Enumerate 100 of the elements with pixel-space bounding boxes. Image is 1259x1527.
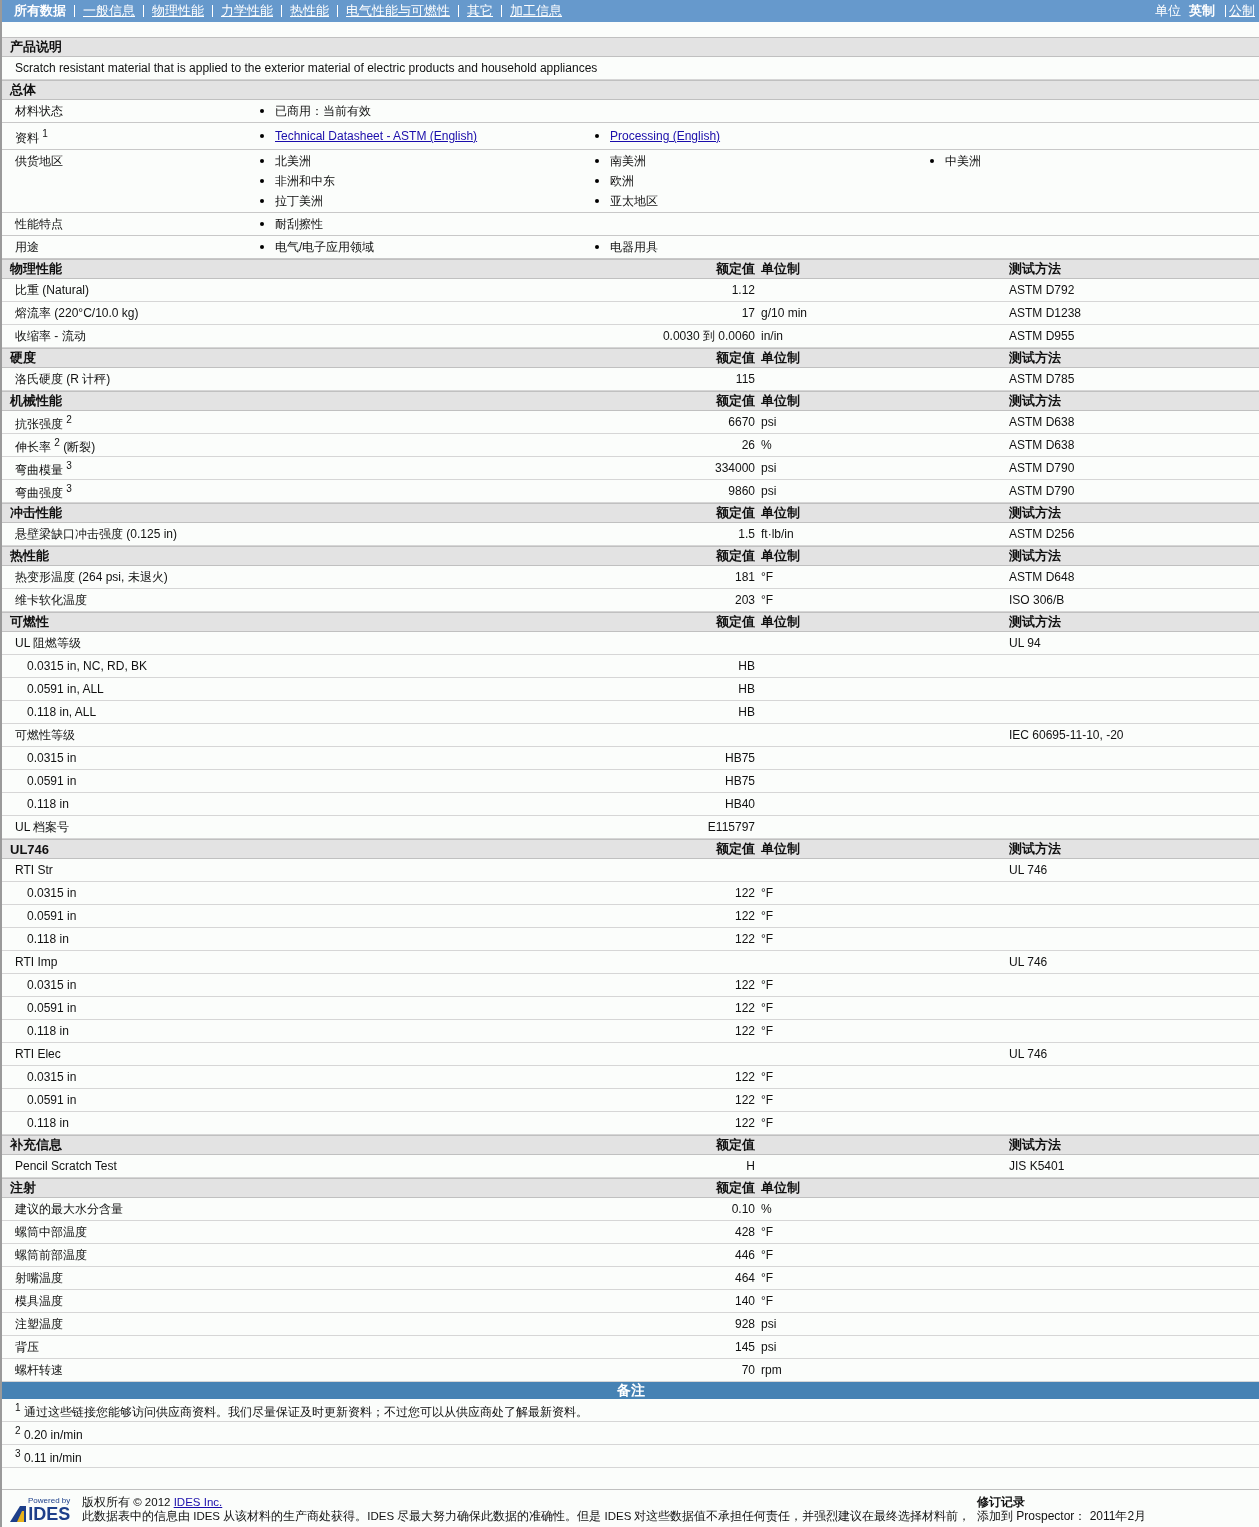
property-label: 资料 $^{1}$ — [14, 127, 49, 145]
value-cell: HB — [738, 659, 755, 673]
value-cell: 0.0030 到 0.0060 — [662, 329, 755, 343]
column-header: 额定值 — [716, 1180, 755, 1195]
nav-tab[interactable]: 加工信息 — [510, 2, 562, 20]
property-label: 0.0591 in — [26, 1093, 77, 1107]
property-label: 收缩率 - 流动 — [14, 329, 86, 343]
unit-cell: °F — [761, 1294, 774, 1308]
value-cell: 6670 — [728, 415, 755, 429]
column-header: 单位制 — [761, 548, 800, 563]
column-header: 单位制 — [761, 1180, 800, 1195]
property-label: UL 档案号 — [14, 820, 70, 834]
value-cell: 428 — [734, 1225, 755, 1239]
unit-cell: °F — [761, 1024, 774, 1038]
bullet-icon — [930, 159, 934, 163]
value-cell: 17 — [741, 306, 755, 320]
value-cell: HB40 — [724, 797, 755, 811]
method-cell: ASTM D648 — [1009, 570, 1075, 584]
property-label: UL 阻燃等级 — [14, 636, 82, 650]
unit-cell: °F — [761, 909, 774, 923]
revision-text: 添加到 Prospector： 2011年2月 — [977, 1509, 1147, 1523]
value-cell: 122 — [734, 978, 755, 992]
nav-tab[interactable]: 电气性能与可燃性 — [346, 2, 450, 20]
column-header: 额定值 — [716, 614, 755, 629]
list-item: 欧洲 — [610, 174, 634, 188]
method-cell: ASTM D256 — [1009, 527, 1075, 541]
column-header: 单位制 — [761, 614, 800, 629]
value-cell: 122 — [734, 1093, 755, 1107]
section-header: 注射 额定值 单位制 — [2, 1178, 1259, 1198]
property-label: 熔流率 (220°C/10.0 kg) — [14, 306, 139, 320]
value-cell: H — [746, 1159, 755, 1173]
property-label: RTI Elec — [14, 1047, 61, 1061]
property-label: Pencil Scratch Test — [14, 1159, 117, 1173]
column-header: 额定值 — [716, 841, 755, 856]
property-label: 热变形温度 (264 psi, 未退火) — [14, 570, 168, 584]
method-cell: ISO 306/B — [1009, 593, 1065, 607]
list-item: 拉丁美洲 — [275, 194, 323, 208]
nav-tab[interactable]: 热性能 — [290, 2, 329, 20]
property-label: 0.0315 in, NC, RD, BK — [26, 659, 148, 673]
method-cell: ASTM D638 — [1009, 415, 1075, 429]
bullet-icon — [595, 199, 599, 203]
list-item: 电器用具 — [610, 240, 658, 254]
section-header: 产品说明 — [2, 37, 1259, 57]
value-cell: 115 — [735, 372, 755, 386]
property-label: RTI Imp — [14, 955, 58, 969]
unit-option[interactable]: 英制 — [1189, 2, 1215, 20]
bullet-icon — [595, 245, 599, 249]
unit-cell: °F — [761, 932, 774, 946]
list-item: 中美洲 — [945, 154, 981, 168]
property-label: 可燃性等级 — [14, 728, 75, 742]
value-cell: 1.12 — [731, 283, 755, 297]
unit-cell: psi — [761, 461, 777, 475]
footnote: $^{2}$ 0.20 in/min — [14, 1424, 83, 1442]
column-header: 单位制 — [761, 393, 800, 408]
value-cell: 9860 — [728, 484, 755, 498]
unit-cell: °F — [761, 1093, 774, 1107]
value-cell: 0.10 — [731, 1202, 755, 1216]
section-header: 物理性能 额定值 单位制 测试方法 — [2, 259, 1259, 279]
units-label: 单位 — [1155, 2, 1181, 20]
unit-cell: °F — [761, 1116, 774, 1130]
property-label: 0.0315 in — [26, 1070, 77, 1084]
value-cell: HB — [738, 682, 755, 696]
value-cell: 464 — [734, 1271, 755, 1285]
column-header: 额定值 — [716, 261, 755, 276]
copyright-text: 版权所有 © 2012 — [82, 1496, 171, 1508]
property-label: 用途 — [14, 240, 40, 254]
value-cell: 140 — [734, 1294, 755, 1308]
notes-title: 备注 — [616, 1381, 645, 1400]
nav-tab[interactable]: 所有数据 — [14, 2, 66, 20]
value-cell: 446 — [734, 1248, 755, 1262]
nav-tab[interactable]: 一般信息 — [83, 2, 135, 20]
list-item: 亚太地区 — [610, 194, 658, 208]
property-label: 伸长率 $^{2}$ (断裂) — [14, 440, 96, 454]
section-header: 热性能 额定值 单位制 测试方法 — [2, 546, 1259, 566]
unit-cell: °F — [761, 1248, 774, 1262]
datasheet-link[interactable]: Processing (English) — [610, 129, 721, 143]
property-label: 悬壁梁缺口冲击强度 (0.125 in) — [14, 527, 178, 541]
datasheet-link[interactable]: Technical Datasheet - ASTM (English) — [275, 129, 478, 143]
value-cell: 122 — [734, 886, 755, 900]
unit-cell: % — [761, 438, 772, 452]
method-cell: ASTM D955 — [1009, 329, 1075, 343]
unit-cell: ft·lb/in — [761, 527, 794, 541]
nav-tab[interactable]: 物理性能 — [152, 2, 204, 20]
nav-tab[interactable]: 其它 — [467, 2, 493, 20]
value-cell: 928 — [734, 1317, 755, 1331]
nav-tab[interactable]: 力学性能 — [221, 2, 273, 20]
method-cell: UL 94 — [1009, 636, 1041, 650]
unit-option[interactable]: 公制 — [1229, 2, 1255, 20]
property-label: 射嘴温度 — [14, 1271, 63, 1285]
property-label: 螺杆转速 — [14, 1363, 63, 1377]
section-header: 补充信息 额定值 测试方法 — [2, 1135, 1259, 1155]
section-header: UL746 额定值 单位制 测试方法 — [2, 839, 1259, 859]
company-link[interactable]: IDES Inc. — [173, 1496, 223, 1508]
method-cell: UL 746 — [1009, 1047, 1048, 1061]
property-label: 背压 — [14, 1340, 39, 1354]
value-cell: E115797 — [707, 820, 755, 834]
property-label: 0.0591 in — [26, 1001, 77, 1015]
method-cell: IEC 60695-11-10, -20 — [1009, 728, 1124, 742]
method-cell: ASTM D792 — [1009, 283, 1075, 297]
property-label: 性能特点 — [14, 217, 64, 231]
